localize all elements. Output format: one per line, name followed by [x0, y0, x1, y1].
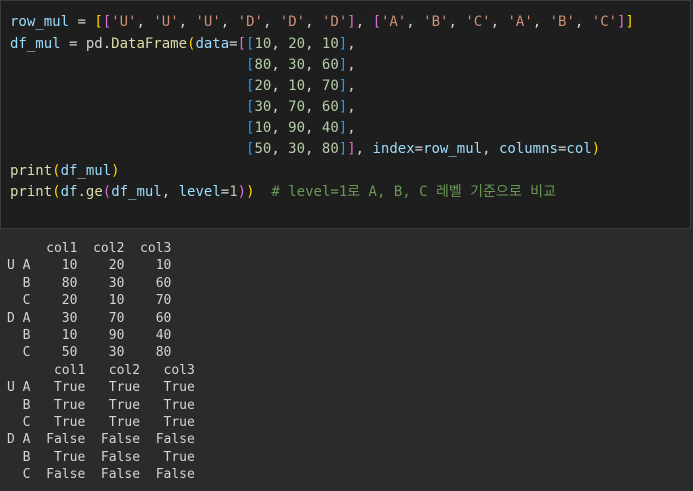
output-line: C True True True	[7, 415, 195, 430]
code-line-1: row_mul = [['U', 'U', 'U', 'D', 'D', 'D'…	[10, 14, 634, 30]
code-line-9: print(df.ge(df_mul, level=1)) # level=1로…	[10, 184, 556, 200]
code-line-2: df_mul = pd.DataFrame(data=[[10, 20, 10]…	[10, 36, 356, 52]
output-line: B 80 30 60	[7, 276, 172, 291]
output-line: U A True True True	[7, 380, 195, 395]
cell-output: col1 col2 col3 U A 10 20 10 B 80 30 60 C…	[0, 231, 693, 491]
output-line: B True False True	[7, 450, 195, 465]
code-line-7: [50, 30, 80]], index=row_mul, columns=co…	[246, 141, 601, 157]
code-line-6: [10, 90, 40],	[246, 120, 356, 136]
output-line: col1 col2 col3	[7, 363, 195, 378]
output-line: U A 10 20 10	[7, 258, 172, 273]
code-line-8: print(df_mul)	[10, 163, 120, 179]
output-line: B 10 90 40	[7, 328, 172, 343]
code-line-5: [30, 70, 60],	[246, 99, 356, 115]
output-line: C False False False	[7, 467, 195, 482]
output-line: D A 30 70 60	[7, 311, 172, 326]
code-line-3: [80, 30, 60],	[246, 57, 356, 73]
output-line: C 20 10 70	[7, 293, 172, 308]
output-line: B True True True	[7, 398, 195, 413]
output-line: D A False False False	[7, 432, 195, 447]
code-cell[interactable]: row_mul = [['U', 'U', 'U', 'D', 'D', 'D'…	[0, 0, 691, 229]
output-line: C 50 30 80	[7, 345, 172, 360]
output-line: col1 col2 col3	[7, 241, 172, 256]
code-line-4: [20, 10, 70],	[246, 78, 356, 94]
